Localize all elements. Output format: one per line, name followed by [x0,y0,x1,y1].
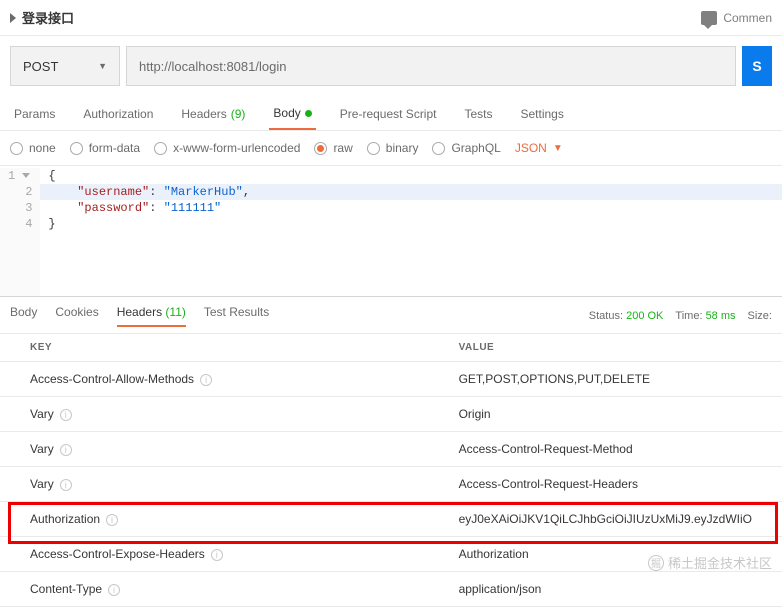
header-value: eyJ0eXAiOiJKV1QiLCJhbGciOiJIUzUxMiJ9.eyJ… [429,502,782,537]
body-subtype-select[interactable]: JSON ▼ [515,141,563,155]
http-method-value: POST [23,59,58,74]
tab-authorization[interactable]: Authorization [79,96,157,130]
send-label: S [752,58,761,74]
line-gutter: 1 234 [0,168,40,296]
header-key: Varyi [0,432,429,467]
collapse-icon [10,13,16,23]
info-icon: i [60,444,72,456]
header-value: Origin [429,397,782,432]
header-value: Access-Control-Request-Method [429,432,782,467]
headers-count-badge: (9) [231,107,246,121]
request-title-text: 登录接口 [22,8,74,27]
info-icon: i [211,549,223,561]
table-row[interactable]: VaryiAccess-Control-Request-Headers [0,467,782,502]
col-key: KEY [0,334,429,362]
body-dot-indicator [305,110,312,117]
body-type-binary[interactable]: binary [367,141,419,155]
body-type-graphql[interactable]: GraphQL [432,141,500,155]
body-type-none[interactable]: none [10,141,56,155]
http-method-select[interactable]: POST ▼ [10,46,120,86]
resp-headers-count: (11) [165,305,185,319]
chevron-down-icon: ▼ [553,143,563,154]
table-row[interactable]: Access-Control-Allow-MethodsiGET,POST,OP… [0,362,782,397]
body-type-raw[interactable]: raw [314,141,352,155]
tab-tests[interactable]: Tests [460,96,496,130]
resp-tab-test-results[interactable]: Test Results [204,305,269,327]
resp-tab-body[interactable]: Body [10,305,37,327]
tab-params[interactable]: Params [10,96,59,130]
header-key: Access-Control-Expose-Headersi [0,537,429,572]
tab-headers[interactable]: Headers (9) [177,96,249,130]
table-row[interactable]: AuthorizationieyJ0eXAiOiJKV1QiLCJhbGciOi… [0,502,782,537]
watermark-icon: 掘 [648,555,664,571]
url-input[interactable] [126,46,736,86]
header-key: Content-Typei [0,572,429,607]
resp-tab-cookies[interactable]: Cookies [55,305,98,327]
comments-label: Commen [723,11,772,25]
header-key: Varyi [0,397,429,432]
header-value: application/json [429,572,782,607]
watermark: 掘 稀土掘金技术社区 [648,553,772,572]
info-icon: i [106,514,118,526]
info-icon: i [200,374,212,386]
col-value: VALUE [429,334,782,362]
info-icon: i [60,479,72,491]
info-icon: i [60,409,72,421]
tab-settings[interactable]: Settings [517,96,568,130]
code-content: { "username": "MarkerHub", "password": "… [40,168,782,296]
header-key: Access-Control-Allow-Methodsi [0,362,429,397]
header-key: Varyi [0,467,429,502]
body-type-urlencoded[interactable]: x-www-form-urlencoded [154,141,300,155]
response-status: Status: 200 OK Time: 58 ms Size: [589,310,772,322]
header-value: Access-Control-Request-Headers [429,467,782,502]
body-type-formdata[interactable]: form-data [70,141,140,155]
resp-tab-headers[interactable]: Headers (11) [117,305,186,327]
tab-body[interactable]: Body [269,96,315,130]
table-row[interactable]: Content-Typeiapplication/json [0,572,782,607]
chevron-down-icon: ▼ [98,61,107,71]
comments-button[interactable]: Commen [701,11,772,25]
info-icon: i [108,584,120,596]
send-button[interactable]: S [742,46,772,86]
tab-prerequest[interactable]: Pre-request Script [336,96,441,130]
request-body-editor[interactable]: 1 234 { "username": "MarkerHub", "passwo… [0,166,782,296]
header-value: GET,POST,OPTIONS,PUT,DELETE [429,362,782,397]
header-key: Authorizationi [0,502,429,537]
comment-icon [701,11,717,25]
table-row[interactable]: VaryiOrigin [0,397,782,432]
table-row[interactable]: VaryiAccess-Control-Request-Method [0,432,782,467]
request-title[interactable]: 登录接口 [10,8,74,27]
